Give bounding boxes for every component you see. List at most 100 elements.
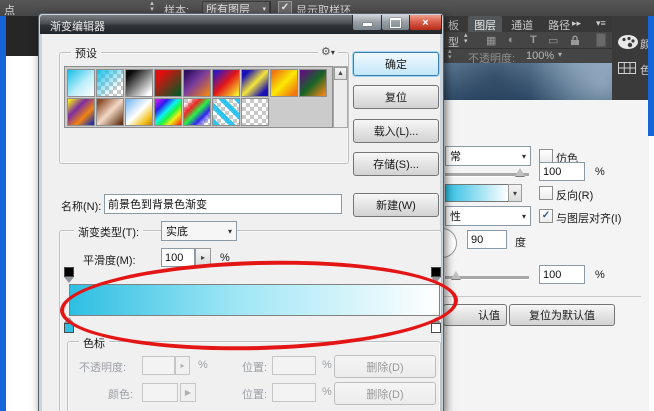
stop-location-field2[interactable] <box>272 383 316 402</box>
preset-swatch[interactable] <box>183 98 211 126</box>
filter-adjustment-icon[interactable]: ◐ <box>508 34 515 46</box>
opacity-stop-right[interactable] <box>430 267 442 283</box>
preset-swatch[interactable] <box>154 69 182 97</box>
layer-opacity-value[interactable]: 100% <box>526 50 554 62</box>
preset-swatch[interactable] <box>299 69 327 97</box>
chevron-down-icon: ▾ <box>513 189 517 198</box>
preset-swatch[interactable] <box>96 98 124 126</box>
name-input[interactable]: 前景色到背景色渐变 <box>104 194 342 214</box>
background-panels: 板 图层 通道 路径 ▸▸ ▾≡ 型 ▴ ▾ ▦ ◐ T ▭ <box>442 16 654 411</box>
scale-field[interactable]: 100 <box>539 265 585 284</box>
stop-color-picker[interactable]: ▶ <box>180 383 196 402</box>
close-icon: × <box>422 17 428 29</box>
filter-smart-lock-icon[interactable] <box>570 35 580 46</box>
preset-swatch[interactable] <box>96 69 124 97</box>
arrow-right-icon: ▸ <box>180 361 184 370</box>
color-stop-right[interactable] <box>430 317 442 333</box>
scroll-up-button[interactable]: ▲ <box>334 67 347 80</box>
reverse-checkbox[interactable] <box>539 186 553 200</box>
style-gradient-preview[interactable] <box>445 184 509 202</box>
preset-swatch[interactable] <box>67 69 95 97</box>
gradient-type-dropdown[interactable]: 实底 ▾ <box>161 221 237 241</box>
opacity-slider-thumb[interactable] <box>515 163 525 176</box>
stop-location-label: 位置: <box>242 359 267 375</box>
delete-color-stop-button[interactable]: 删除(D) <box>334 382 436 405</box>
filter-toggle-switch[interactable] <box>596 33 606 47</box>
preset-swatch[interactable] <box>241 69 269 97</box>
angle-field[interactable]: 90 <box>467 230 507 249</box>
percent-label: % <box>322 386 332 398</box>
opacity-stop-left-square <box>64 267 74 277</box>
sample-size-stepper[interactable]: ▴ ▾ <box>146 1 158 13</box>
ok-button[interactable]: 确定 <box>353 52 439 76</box>
gradient-preview-bar[interactable] <box>69 284 440 316</box>
minimize-icon <box>363 23 372 26</box>
stop-location-field[interactable] <box>272 356 316 375</box>
scale-slider-thumb[interactable] <box>451 266 461 279</box>
style-opacity-field[interactable]: 100 <box>539 162 585 181</box>
name-label: 名称(N): <box>61 198 101 214</box>
gradient-style-dropdown[interactable]: 性 ▾ <box>445 206 531 226</box>
dither-checkbox[interactable] <box>539 149 553 163</box>
preset-swatch[interactable] <box>212 98 240 126</box>
align-layer-label: 与图层对齐(I) <box>556 210 621 226</box>
set-default-button[interactable]: 认值 <box>443 304 507 326</box>
panel-menu-icon[interactable]: ▾≡ <box>596 18 606 29</box>
spinner-down-icon: ▾ <box>150 6 154 13</box>
preset-swatch[interactable] <box>125 69 153 97</box>
menu-lines-icon: ≡ <box>601 18 606 28</box>
stop-opacity-picker[interactable]: ▸ <box>175 356 190 375</box>
smoothness-picker-button[interactable]: ▸ <box>195 248 211 267</box>
preset-swatch[interactable] <box>125 98 153 126</box>
new-button[interactable]: 新建(W) <box>353 193 439 217</box>
color-stop-left[interactable] <box>63 317 75 333</box>
dialog-title: 渐变编辑器 <box>50 18 105 34</box>
filter-type-stepper[interactable]: ▴ ▾ <box>464 33 468 45</box>
reset-label: 复位 <box>385 89 407 105</box>
filter-type-text-icon[interactable]: T <box>530 34 537 46</box>
preset-swatch[interactable] <box>67 98 95 126</box>
blend-stepper[interactable]: ▴ ▾ <box>448 49 452 61</box>
angle-unit-label: 度 <box>515 234 526 250</box>
preset-swatch[interactable] <box>212 69 240 97</box>
filter-shape-icon[interactable]: ▭ <box>548 34 558 47</box>
arrow-right-icon: ▸ <box>201 253 205 262</box>
presets-menu[interactable]: ⚙▾ <box>318 45 338 58</box>
gradient-editor-dialog: 渐变编辑器 × 预设 ⚙▾ ▲ <box>38 13 444 411</box>
stop-opacity-field[interactable] <box>142 356 175 375</box>
gradient-picker-arrow[interactable]: ▾ <box>508 184 522 202</box>
preset-swatch[interactable] <box>154 98 182 126</box>
reset-button[interactable]: 复位 <box>353 85 439 109</box>
preset-swatch[interactable] <box>183 69 211 97</box>
layer-style-panel: 常 ▾ 仿色 100 % ▾ 反向(R) 性 ▾ ✓ <box>442 100 649 411</box>
opacity-stop-left[interactable] <box>63 267 75 283</box>
collapse-panels-icon[interactable]: ▸▸ <box>572 18 581 29</box>
blend-mode-value: 常 <box>450 148 461 164</box>
delete-opacity-stop-button[interactable]: 删除(D) <box>334 355 436 378</box>
preset-swatch[interactable] <box>241 98 269 126</box>
align-layer-checkbox[interactable]: ✓ <box>539 209 553 223</box>
presets-scrollbar[interactable]: ▲ <box>333 66 348 128</box>
load-button[interactable]: 载入(L)... <box>353 119 439 143</box>
close-button[interactable]: × <box>409 15 442 31</box>
preset-swatch[interactable] <box>270 69 298 97</box>
percent-label: % <box>595 166 605 178</box>
preset-swatch-grid <box>64 66 333 128</box>
presets-legend: 预设 <box>71 45 101 61</box>
chevron-down-icon[interactable]: ▾ <box>558 50 562 59</box>
save-button[interactable]: 存储(S)... <box>353 152 439 176</box>
color-palette-icon[interactable] <box>617 34 639 50</box>
filter-pixel-icon[interactable]: ▦ <box>486 34 496 47</box>
angle-value: 90 <box>471 234 483 246</box>
reset-default-button[interactable]: 复位为默认值 <box>509 304 615 326</box>
stops-legend: 色标 <box>79 335 109 351</box>
smoothness-field[interactable]: 100 <box>161 248 195 267</box>
ok-label: 确定 <box>385 56 407 72</box>
maximize-button[interactable] <box>381 15 410 31</box>
minimize-button[interactable] <box>352 15 382 31</box>
stop-color-well[interactable] <box>142 383 178 402</box>
opacity-stop-right-pointer <box>431 277 441 283</box>
swatches-grid-icon[interactable] <box>618 62 636 74</box>
dialog-title-bar[interactable]: 渐变编辑器 × <box>40 15 442 34</box>
chevron-down-icon: ▾ <box>522 212 526 221</box>
